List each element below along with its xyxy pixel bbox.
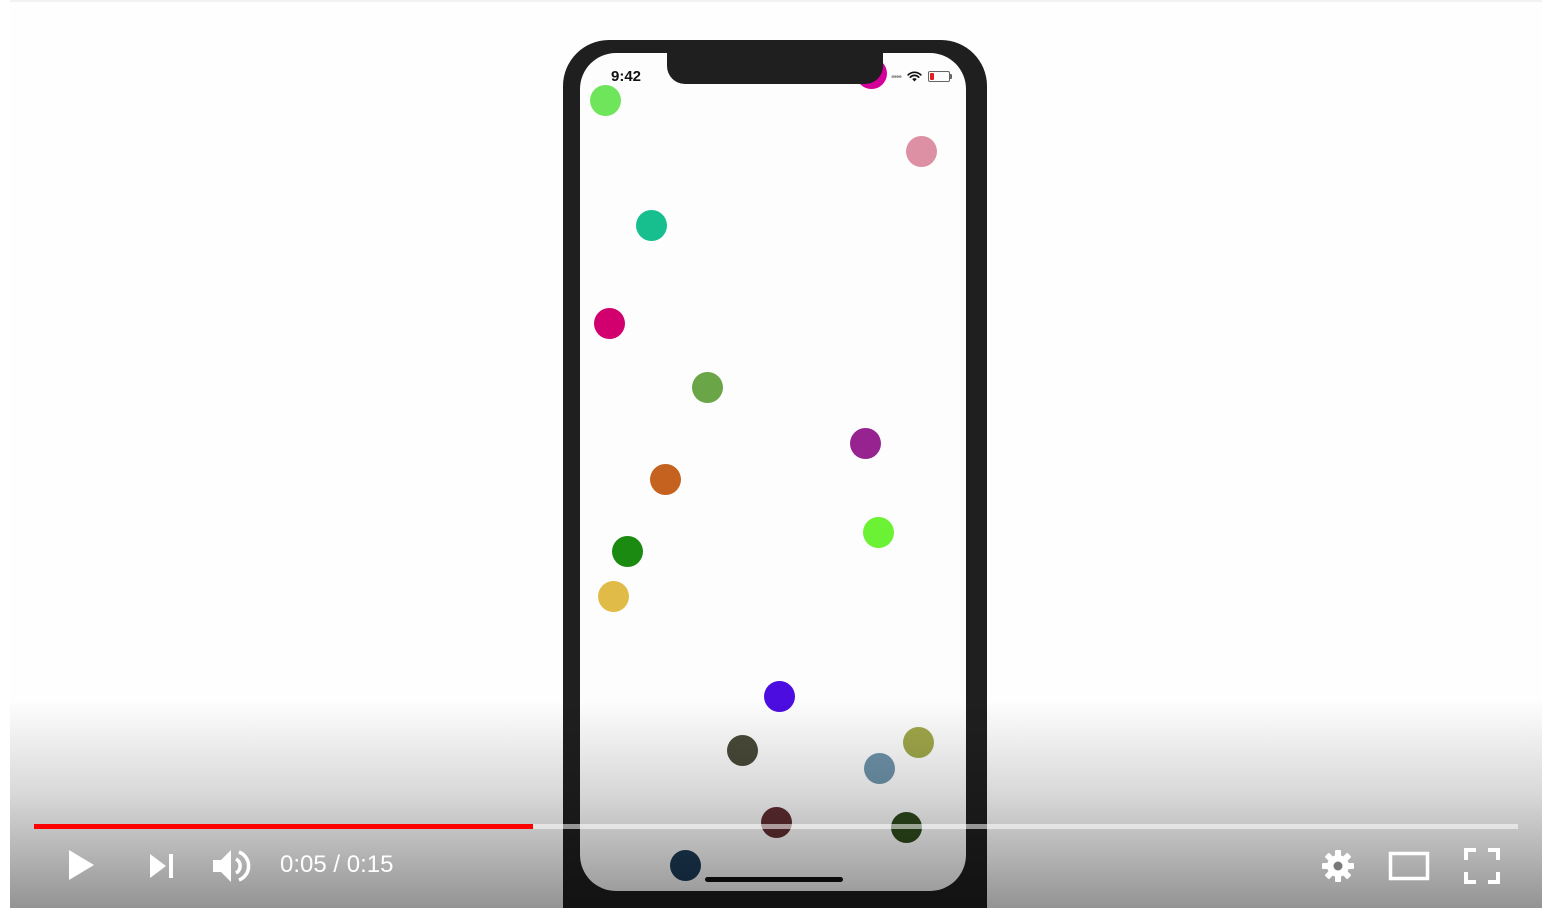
volume-button[interactable] <box>210 845 254 887</box>
time-separator: / <box>333 851 341 878</box>
wifi-icon <box>907 70 922 82</box>
ball <box>589 84 621 116</box>
ball <box>905 135 937 167</box>
status-bar-time: 9:42 <box>611 68 642 85</box>
skip-next-icon <box>150 854 173 878</box>
phone-notch <box>667 53 883 84</box>
ball <box>597 580 629 612</box>
play-icon <box>69 850 94 880</box>
current-time: 0:05 <box>280 851 327 878</box>
progress-played <box>34 824 533 829</box>
fullscreen-button[interactable] <box>1462 847 1502 885</box>
fullscreen-icon <box>1464 848 1500 884</box>
theater-mode-button[interactable] <box>1386 847 1432 885</box>
ball <box>849 427 881 459</box>
video-player[interactable]: 9:42 •••• 0:05 / 0:15 <box>10 0 1542 908</box>
ball <box>593 307 625 339</box>
theater-icon <box>1388 851 1430 881</box>
ball <box>635 209 667 241</box>
status-bar-icons: •••• <box>890 69 952 83</box>
ball <box>862 516 894 548</box>
settings-button[interactable] <box>1318 846 1358 886</box>
volume-icon <box>213 850 251 882</box>
top-divider <box>10 0 1542 2</box>
next-button[interactable] <box>146 850 178 882</box>
gear-icon <box>1322 850 1354 882</box>
time-display: 0:05 / 0:15 <box>280 851 393 879</box>
play-button[interactable] <box>64 846 98 884</box>
signal-icon: •••• <box>890 72 902 83</box>
ball <box>691 371 723 403</box>
duration: 0:15 <box>346 851 394 878</box>
progress-bar[interactable] <box>34 824 1518 829</box>
ball <box>649 463 681 495</box>
ball <box>611 535 643 567</box>
battery-icon <box>928 70 952 82</box>
